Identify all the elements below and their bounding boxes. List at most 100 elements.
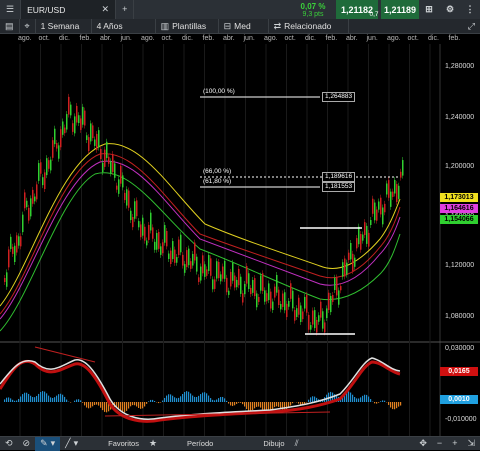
month-label: ago.	[18, 35, 32, 42]
month-label: abr.	[346, 35, 358, 42]
candle-body	[122, 175, 124, 187]
layout-button[interactable]: ▤	[0, 19, 20, 34]
month-label: dic.	[305, 35, 316, 42]
candle-body	[248, 273, 250, 289]
med-button[interactable]: ⊟Med	[219, 19, 269, 34]
settings-button[interactable]: ⚙	[440, 0, 460, 19]
candle-body	[288, 301, 290, 307]
histogram-bar	[298, 402, 299, 404]
candle-body	[98, 130, 100, 147]
period-tab[interactable]: Período	[182, 437, 218, 451]
candle-body	[350, 243, 352, 259]
buy-icon-button[interactable]: ⊞	[420, 0, 438, 19]
zoom-out-button[interactable]: −	[432, 437, 447, 451]
histogram-bar	[196, 397, 197, 402]
candle-body	[16, 235, 18, 252]
candle-body	[360, 234, 362, 250]
candle-body	[6, 272, 8, 286]
histogram-bar	[12, 400, 13, 402]
fit-button[interactable]: ⇲	[462, 437, 480, 451]
history-button[interactable]: ⟲	[0, 437, 18, 451]
candle-body	[40, 162, 42, 173]
buy-price-button[interactable]: 1,21189	[381, 0, 419, 19]
histogram-bar	[164, 398, 165, 402]
candle-body	[302, 311, 304, 319]
histogram-bar	[216, 400, 217, 402]
histogram-bar	[130, 402, 131, 406]
fib-100-label: (100,00 %)	[203, 88, 235, 95]
menu-icon[interactable]: ☰	[0, 0, 21, 19]
candle-body	[318, 315, 320, 322]
related-button[interactable]: ⇄Relacionado	[269, 19, 349, 34]
candle-body	[324, 322, 326, 332]
period-select[interactable]: 1 Semana	[36, 19, 92, 34]
histogram-bar	[136, 402, 137, 406]
candle-body	[104, 150, 106, 167]
candle-body	[326, 308, 328, 318]
candle-body	[314, 310, 316, 328]
histogram-bar	[390, 402, 391, 408]
move-button[interactable]: ✥	[414, 437, 432, 451]
candle-body	[250, 288, 252, 294]
close-icon[interactable]: ✕	[102, 5, 110, 14]
fib-618-value: 1,181553	[322, 182, 355, 192]
histogram-bar	[286, 402, 287, 410]
candle-body	[218, 262, 220, 278]
candle-body	[216, 261, 218, 278]
pen-button[interactable]: ✎▾	[35, 437, 60, 451]
histogram-bar	[308, 400, 309, 402]
histogram-bar	[144, 402, 145, 406]
crosshair-button[interactable]: ⌖	[20, 19, 36, 34]
instrument-tab[interactable]: EUR/USD ✕	[21, 0, 116, 19]
star-button[interactable]: ★	[144, 437, 162, 451]
candle-body	[30, 198, 32, 216]
price-chart[interactable]	[0, 44, 480, 436]
histogram-bar	[366, 395, 367, 402]
drawing-tab[interactable]: Dibujo	[258, 437, 289, 451]
templates-button[interactable]: ▥Plantillas	[156, 19, 219, 34]
histogram-bar	[52, 398, 53, 402]
histogram-bar	[134, 402, 135, 405]
candle-body	[344, 259, 346, 277]
histogram-bar	[166, 396, 167, 402]
histogram-bar	[78, 399, 79, 402]
candle-body	[34, 197, 36, 202]
histogram-bar	[368, 397, 369, 402]
histogram-bar	[374, 402, 375, 403]
menu-dots-button[interactable]: ⋮	[460, 0, 480, 19]
month-label: dic.	[59, 35, 70, 42]
add-tab-button[interactable]: +	[116, 0, 134, 19]
histogram-bar	[80, 400, 81, 402]
candle-body	[330, 296, 332, 312]
candle-body	[358, 227, 360, 245]
fullscreen-button[interactable]: ⤢	[463, 19, 480, 34]
histogram-bar	[174, 397, 175, 402]
histogram-bar	[240, 402, 241, 403]
histogram-bar	[236, 402, 237, 404]
favorites-button[interactable]: Favoritos	[103, 437, 144, 451]
histogram-bar	[148, 401, 149, 402]
histogram-bar	[258, 402, 259, 407]
histogram-bar	[90, 402, 91, 408]
drawing-select-button[interactable]: ⫽	[290, 437, 304, 451]
range-select[interactable]: 4 Años	[92, 19, 156, 34]
candle-body	[306, 295, 308, 313]
histogram-bar	[44, 392, 45, 402]
histogram-bar	[138, 402, 139, 408]
zoom-in-button[interactable]: +	[447, 437, 462, 451]
candle-body	[328, 293, 330, 310]
candle-body	[270, 292, 272, 309]
histogram-bar	[132, 402, 133, 405]
histogram-bar	[158, 402, 159, 403]
candle-body	[352, 254, 354, 271]
candle-body	[92, 125, 94, 138]
ruler-button[interactable]: ╱▾	[60, 437, 83, 451]
histogram-bar	[394, 402, 395, 409]
histogram-bar	[124, 402, 125, 412]
candle-body	[300, 305, 302, 322]
histogram-bar	[242, 402, 243, 404]
candle-body	[234, 276, 236, 288]
clear-button[interactable]: ⊘	[18, 437, 36, 451]
move-icon: ✥	[419, 439, 427, 448]
candle-body	[272, 302, 274, 310]
